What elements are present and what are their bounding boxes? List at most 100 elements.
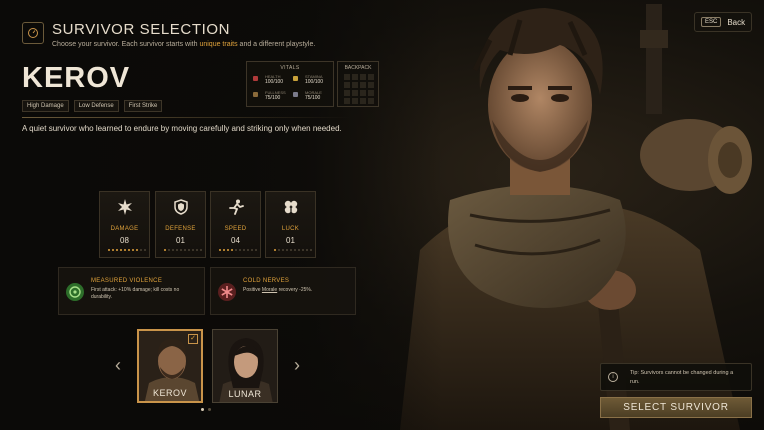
stat-pip-empty — [278, 249, 280, 251]
backpack-slot[interactable] — [352, 74, 358, 80]
target-icon — [66, 283, 84, 301]
backpack-slot[interactable] — [344, 82, 350, 88]
stat-pip-empty — [290, 249, 292, 251]
stat-pip-empty — [176, 249, 178, 251]
gauge-icon — [22, 22, 44, 44]
backpack-grid — [344, 74, 374, 104]
stat-pips — [274, 249, 312, 251]
divider — [22, 117, 352, 118]
esc-key-badge: ESC — [701, 17, 722, 27]
select-survivor-button[interactable]: SELECT SURVIVOR — [600, 397, 752, 418]
stat-pip-empty — [235, 249, 237, 251]
stat-pip-empty — [286, 249, 288, 251]
backpack-slot[interactable] — [360, 98, 366, 104]
shield-icon — [174, 199, 188, 215]
backpack-slot[interactable] — [352, 98, 358, 104]
prev-survivor-button[interactable]: ‹ — [111, 356, 125, 374]
asterisk-icon — [218, 283, 236, 301]
stat-pip-empty — [168, 249, 170, 251]
stat-label: SPEED — [224, 226, 247, 232]
stat-pip-empty — [196, 249, 198, 251]
backpack-slot[interactable] — [344, 90, 350, 96]
stat-pip-filled — [164, 249, 166, 251]
back-button[interactable]: ESC Back — [694, 12, 752, 32]
survivor-description: A quiet survivor who learned to endure b… — [22, 124, 342, 133]
stat-pip-filled — [223, 249, 225, 251]
page-dot-active[interactable] — [201, 408, 204, 411]
stat-pip-empty — [200, 249, 202, 251]
vital-value: 75/100 — [265, 95, 281, 101]
stat-pip-empty — [243, 249, 245, 251]
stat-pip-filled — [124, 249, 126, 251]
page-subtitle: Choose your survivor. Each survivor star… — [52, 41, 315, 48]
card-name: LUNAR — [228, 389, 262, 399]
survivor-name: KEROV — [22, 62, 131, 94]
backpack-slot[interactable] — [352, 90, 358, 96]
stat-pip-empty — [144, 249, 146, 251]
backpack-slot[interactable] — [344, 98, 350, 104]
stat-defense: DEFENSE 01 — [155, 191, 206, 258]
stat-label: DAMAGE — [110, 226, 139, 232]
trait-card-measured-violence: MEASURED VIOLENCE First attack: +10% dam… — [58, 267, 205, 315]
stat-pip-empty — [140, 249, 142, 251]
page-dot[interactable] — [208, 408, 211, 411]
stat-pip-empty — [294, 249, 296, 251]
stat-pip-empty — [239, 249, 241, 251]
trait-desc-text: First attack: +10% damage; kill costs no… — [91, 287, 180, 300]
stat-label: DEFENSE — [165, 226, 196, 232]
trait-name: COLD NERVES — [243, 278, 290, 284]
vital-value: 100/100 — [305, 79, 324, 85]
morale-icon — [293, 92, 298, 97]
trait-description: First attack: +10% damage; kill costs no… — [91, 287, 191, 301]
backpack-slot[interactable] — [368, 82, 374, 88]
stat-pip-empty — [306, 249, 308, 251]
backpack-panel: BACKPACK — [337, 61, 379, 107]
clover-icon — [284, 200, 298, 214]
backpack-slot[interactable] — [368, 90, 374, 96]
stamina-icon — [293, 76, 298, 81]
stat-pip-filled — [227, 249, 229, 251]
trait-desc-text-end: recovery -25%. — [277, 287, 313, 293]
page-title: SURVIVOR SELECTION — [52, 21, 231, 38]
backpack-slot[interactable] — [368, 98, 374, 104]
trait-card-cold-nerves: COLD NERVES Positive Morale recovery -25… — [210, 267, 356, 315]
backpack-slot[interactable] — [360, 90, 366, 96]
next-survivor-button[interactable]: › — [290, 356, 304, 374]
food-icon — [253, 92, 258, 97]
trait-description: Positive Morale recovery -25%. — [243, 287, 343, 294]
stat-pip-empty — [255, 249, 257, 251]
stat-damage: DAMAGE 08 — [99, 191, 150, 258]
info-icon: i — [608, 372, 618, 382]
stat-pip-empty — [298, 249, 300, 251]
stat-pip-filled — [112, 249, 114, 251]
backpack-slot[interactable] — [360, 82, 366, 88]
stat-value: 01 — [286, 236, 295, 245]
stat-pip-empty — [251, 249, 253, 251]
vitals-title: VITALS — [280, 65, 300, 71]
vitals-panel: VITALS HEALTH 100/100 STAMINA 100/100 FU… — [246, 61, 334, 107]
backpack-slot[interactable] — [368, 74, 374, 80]
trait-desc-text: Positive — [243, 287, 262, 293]
burst-icon — [118, 199, 132, 215]
trait-desc-link[interactable]: Morale — [262, 287, 277, 293]
heart-icon — [253, 76, 258, 81]
stat-pip-empty — [192, 249, 194, 251]
stat-pip-empty — [282, 249, 284, 251]
stat-pip-empty — [172, 249, 174, 251]
backpack-slot[interactable] — [344, 74, 350, 80]
subtitle-highlight: unique traits — [199, 41, 238, 48]
survivor-card-lunar[interactable]: LUNAR — [212, 329, 278, 403]
stat-pip-empty — [180, 249, 182, 251]
backpack-slot[interactable] — [360, 74, 366, 80]
stat-luck: LUCK 01 — [265, 191, 316, 258]
survivor-card-kerov[interactable]: ✓ KEROV — [137, 329, 203, 403]
stat-pips — [108, 249, 146, 251]
stat-pip-empty — [302, 249, 304, 251]
tip-box: i Tip: Survivors cannot be changed durin… — [600, 363, 752, 391]
stat-pip-empty — [188, 249, 190, 251]
stat-pips — [219, 249, 257, 251]
backpack-slot[interactable] — [352, 82, 358, 88]
subtitle-text: Choose your survivor. Each survivor star… — [52, 41, 198, 48]
tag: High Damage — [22, 100, 69, 112]
subtitle-text-end: and a different playstyle. — [239, 41, 316, 48]
